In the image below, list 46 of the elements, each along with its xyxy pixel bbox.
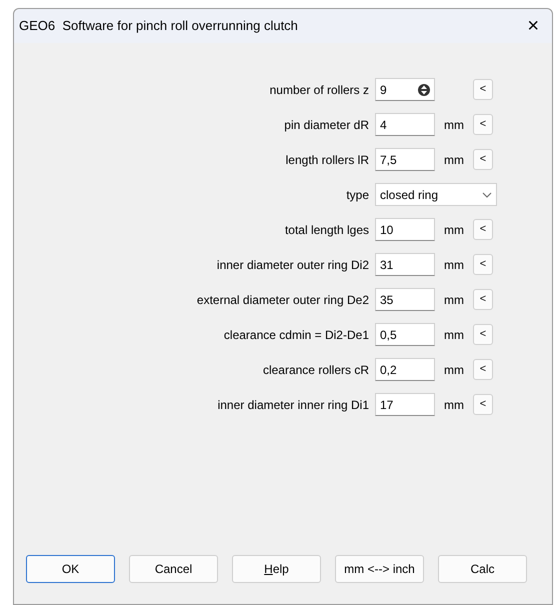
unit-label: mm	[443, 396, 465, 414]
input-field[interactable]: 0,5	[375, 323, 435, 346]
back-button[interactable]: <	[473, 289, 493, 310]
back-button[interactable]: <	[473, 324, 493, 345]
back-button[interactable]: <	[473, 394, 493, 415]
back-button[interactable]: <	[473, 254, 493, 275]
unit-label: mm	[443, 292, 465, 308]
input-field[interactable]: 17	[375, 393, 435, 416]
field-label: type	[345, 186, 370, 204]
unit-label: mm	[443, 116, 465, 134]
window-title: GEO6 Software for pinch roll overrunning clutch	[19, 17, 298, 36]
unit-label: mm	[443, 362, 465, 378]
spin-field[interactable]: 9	[375, 78, 435, 101]
back-button[interactable]: <	[473, 219, 493, 240]
field-label: total length lges	[284, 222, 370, 238]
input-field[interactable]: 0,2	[375, 358, 435, 381]
unit-label: mm	[443, 222, 465, 238]
dialog-button[interactable]: Cancel	[129, 555, 218, 583]
field-label: inner diameter outer ring Di2	[216, 256, 370, 274]
spin-arrows-icon[interactable]	[418, 82, 430, 96]
input-field[interactable]: 31	[375, 253, 435, 276]
dialog-button[interactable]: Help	[232, 555, 321, 583]
unit-label: mm	[443, 256, 465, 274]
back-button[interactable]: <	[473, 149, 493, 170]
back-button[interactable]: <	[473, 359, 493, 380]
dialog-button[interactable]: mm <--> inch	[335, 555, 424, 583]
input-field[interactable]: 35	[375, 288, 435, 311]
input-field[interactable]: 4	[375, 113, 435, 136]
field-label: pin diameter dR	[283, 116, 370, 134]
field-label: inner diameter inner ring Di1	[216, 396, 370, 414]
input-field[interactable]: 7,5	[375, 148, 435, 171]
field-label: external diameter outer ring De2	[196, 292, 370, 308]
unit-label: mm	[443, 152, 465, 168]
field-label: number of rollers z	[268, 82, 370, 98]
type-dropdown[interactable]: closed ring	[375, 183, 497, 206]
dialog-button[interactable]: OK	[26, 555, 115, 583]
chevron-down-icon	[482, 192, 492, 198]
back-button[interactable]: <	[473, 79, 493, 100]
field-label: clearance cdmin = Di2-De1	[222, 326, 370, 344]
dialog-button[interactable]: Calc	[438, 555, 527, 583]
field-label: clearance rollers cR	[262, 362, 370, 378]
back-button[interactable]: <	[473, 114, 493, 135]
field-label: length rollers lR	[284, 152, 370, 168]
unit-label: mm	[443, 326, 465, 344]
input-field[interactable]: 10	[375, 218, 435, 241]
close-button[interactable]: ×	[527, 16, 539, 36]
